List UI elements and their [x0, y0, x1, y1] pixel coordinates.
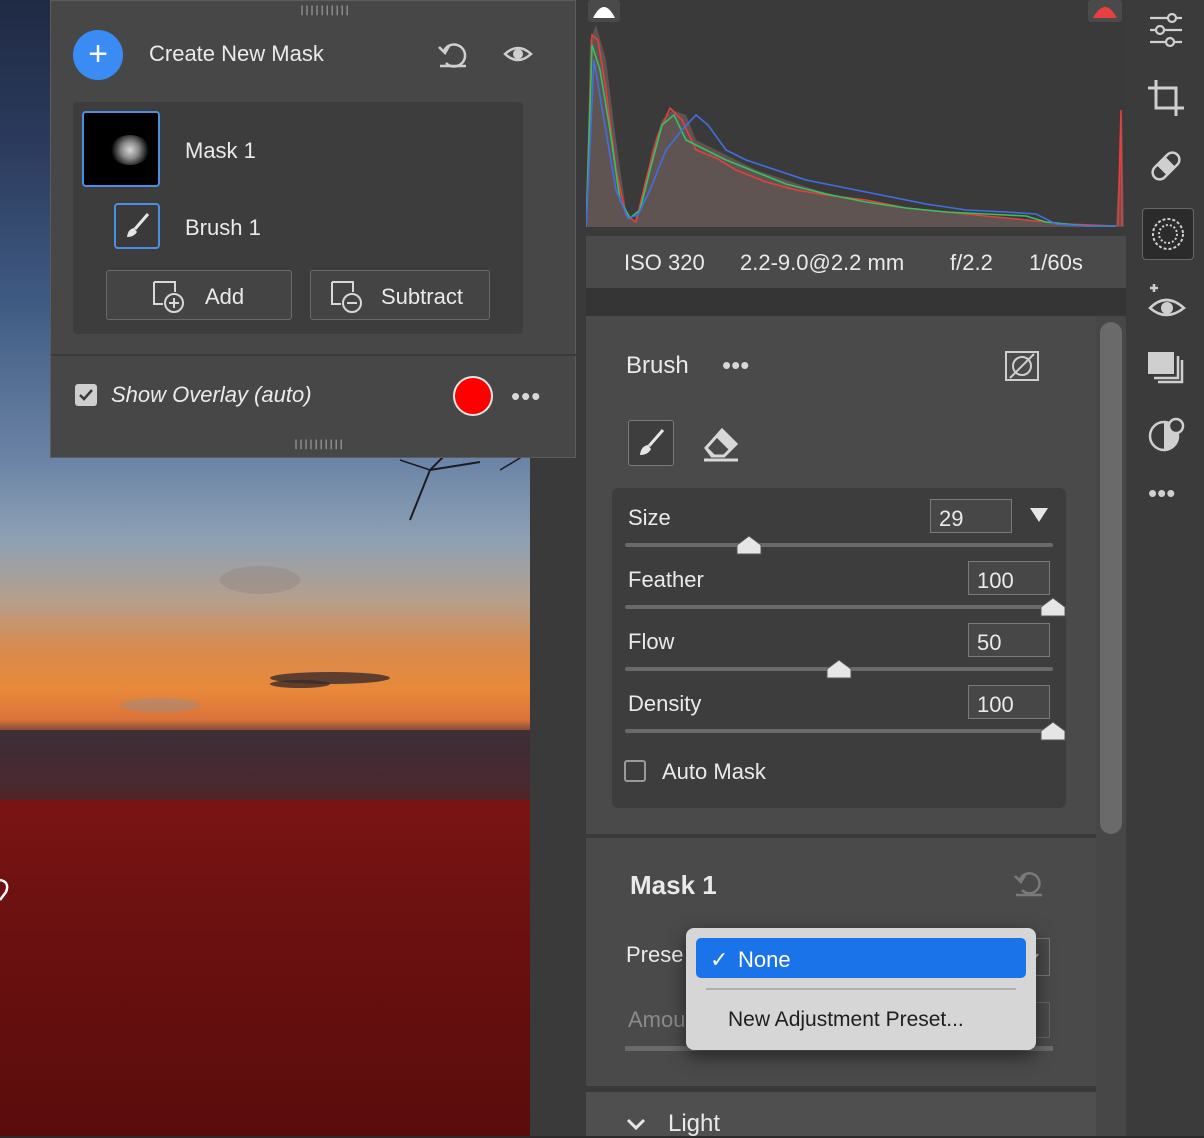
light-section-header[interactable] [586, 1092, 1096, 1136]
flow-label: Flow [628, 629, 675, 654]
checkmark-icon [79, 389, 93, 401]
highlight-clipping-warning[interactable] [1088, 0, 1122, 22]
aperture-value: f/2.2 [950, 250, 993, 275]
preset-dropdown-menu: ✓ None New Adjustment Preset... [686, 928, 1036, 1050]
iso-value: ISO 320 [624, 250, 705, 275]
toolbar-more-icon[interactable]: ••• [1148, 478, 1175, 509]
add-button[interactable]: Add [106, 270, 292, 320]
preset-label: Prese [626, 942, 684, 967]
section-separator [586, 834, 1096, 838]
feather-input[interactable]: 100 [968, 561, 1050, 595]
shadow-clipping-warning[interactable] [588, 0, 620, 22]
section-separator [586, 288, 1126, 316]
histogram-graph [585, 25, 1126, 236]
bottom-grip-handle[interactable]: |||||||||| [293, 439, 344, 450]
toggle-mask-icon[interactable] [1004, 350, 1040, 382]
scrollbar-thumb[interactable] [1100, 322, 1122, 834]
shutter-value: 1/60s [1029, 250, 1083, 275]
size-slider-track[interactable] [625, 543, 1053, 547]
flow-input[interactable]: 50 [968, 623, 1050, 657]
brush-icon [127, 213, 150, 237]
mask-panel: |||||||||| + Create New Mask Mask 1 Brus… [50, 0, 577, 458]
healing-icon[interactable] [1144, 144, 1188, 188]
masking-tool-button[interactable] [1142, 208, 1194, 260]
subtract-mask-icon [331, 281, 362, 313]
subtract-button[interactable]: Subtract [310, 270, 490, 320]
add-button-label: Add [205, 284, 245, 309]
size-dropdown-icon[interactable] [1028, 506, 1050, 524]
brush-more-icon[interactable]: ••• [722, 350, 749, 381]
menu-item-new-adjustment-preset[interactable]: New Adjustment Preset... [728, 1008, 964, 1032]
auto-mask-checkbox[interactable] [624, 760, 646, 782]
highlight-clipping-icon [1093, 7, 1117, 18]
menu-item-label: None [738, 947, 791, 972]
density-input[interactable]: 100 [968, 685, 1050, 719]
light-section-label[interactable]: Light [668, 1110, 720, 1138]
brush-component-thumbnail[interactable] [114, 203, 160, 249]
redeye-icon[interactable] [1144, 280, 1188, 324]
divider [51, 354, 577, 356]
overlay-more-icon[interactable]: ••• [511, 381, 541, 412]
add-mask-icon [153, 281, 184, 313]
subtract-button-label: Subtract [381, 284, 463, 309]
density-slider-track[interactable] [625, 729, 1053, 733]
amount-label: Amou [628, 1007, 686, 1032]
sliders-icon[interactable] [1144, 8, 1188, 52]
eye-icon[interactable] [503, 39, 533, 69]
snapshot-icon[interactable] [1144, 414, 1188, 458]
density-label: Density [628, 691, 702, 716]
density-slider-thumb[interactable] [1039, 721, 1067, 741]
masking-icon [1152, 218, 1184, 250]
create-new-mask-button[interactable]: + [73, 30, 123, 80]
brush-tool-button[interactable] [628, 420, 674, 466]
size-label: Size [628, 505, 671, 530]
create-new-mask-label[interactable]: Create New Mask [149, 41, 324, 67]
brush-title: Brush [626, 352, 689, 379]
undo-icon[interactable] [436, 37, 470, 71]
feather-slider-thumb[interactable] [1039, 597, 1067, 617]
chevron-down-icon[interactable] [625, 1115, 647, 1133]
mask-list: Mask 1 Brush 1 Add Subtract [73, 102, 523, 334]
show-overlay-checkbox[interactable] [75, 384, 97, 406]
mask-glow [110, 135, 150, 165]
brush-component-label[interactable]: Brush 1 [185, 215, 261, 241]
mask-thumbnail[interactable] [82, 111, 160, 187]
show-overlay-label[interactable]: Show Overlay (auto) [111, 382, 312, 408]
auto-mask-label[interactable]: Auto Mask [662, 759, 766, 785]
mask-section-title: Mask 1 [630, 870, 717, 900]
histogram [585, 0, 1126, 236]
menu-item-none[interactable]: ✓ None [696, 938, 1026, 978]
checkmark-icon: ✓ [710, 947, 729, 972]
brush-cursor-icon [0, 878, 9, 901]
presets-icon[interactable] [1144, 346, 1188, 390]
mask-name-label[interactable]: Mask 1 [185, 138, 256, 164]
top-grip-handle[interactable]: |||||||||| [299, 5, 350, 16]
overlay-color-swatch[interactable] [453, 376, 493, 416]
feather-slider-track[interactable] [625, 605, 1053, 609]
size-input[interactable]: 29 [930, 499, 1012, 533]
eraser-icon[interactable] [700, 424, 742, 464]
shadow-clipping-icon [593, 7, 615, 18]
reset-icon[interactable] [1012, 868, 1046, 898]
crop-icon[interactable] [1144, 76, 1188, 120]
brush-icon [640, 429, 665, 455]
lens-value: 2.2-9.0@2.2 mm [740, 250, 905, 275]
feather-label: Feather [628, 567, 704, 592]
menu-separator [706, 988, 1016, 990]
size-slider-thumb[interactable] [735, 535, 763, 555]
flow-slider-thumb[interactable] [825, 659, 853, 679]
